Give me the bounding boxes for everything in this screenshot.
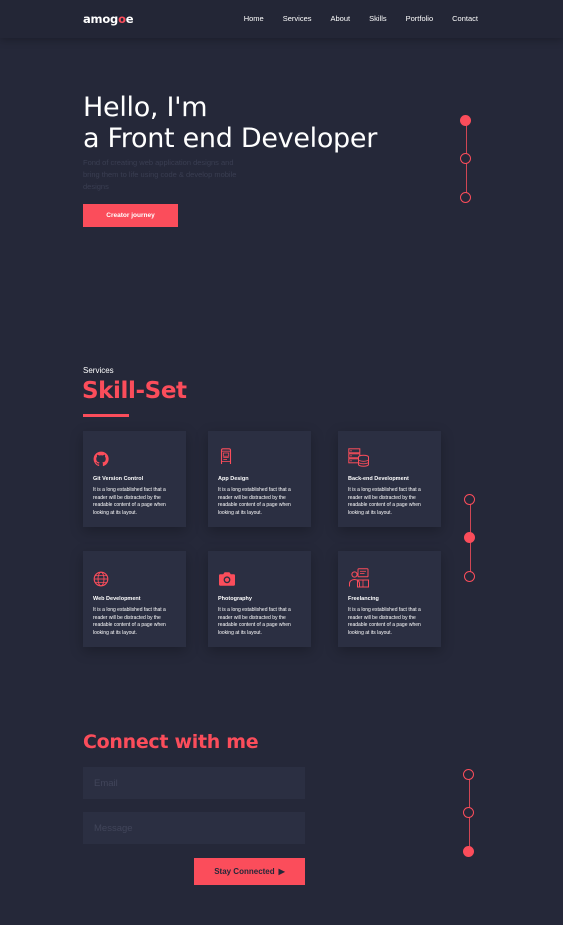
navbar: amogoe Home Services About Skills Portfo…: [0, 0, 563, 38]
service-card-freelancing[interactable]: Freelancing It is a long established fac…: [338, 551, 441, 647]
logo-text-main: amog: [83, 12, 119, 26]
contact-page-indicator: [463, 769, 475, 857]
nav-link-skills[interactable]: Skills: [369, 14, 387, 23]
card-text: It is a long established fact that a rea…: [93, 607, 166, 636]
stay-connected-button[interactable]: Stay Connected ▶: [194, 858, 305, 885]
service-card-web-development[interactable]: Web Development It is a long established…: [83, 551, 186, 647]
logo-text-tail: e: [125, 12, 134, 26]
indicator-dot-1[interactable]: [460, 115, 471, 126]
card-title: Web Development: [93, 596, 141, 602]
connect-title: Connect with me: [83, 731, 259, 753]
nav-link-home[interactable]: Home: [244, 14, 264, 23]
email-field[interactable]: [83, 767, 305, 799]
hero-description: Fond of creating web application designs…: [83, 158, 237, 191]
globe-icon: [93, 571, 109, 587]
hero-page-indicator: [460, 115, 472, 203]
card-text: It is a long established fact that a rea…: [348, 607, 421, 636]
nav-links: Home Services About Skills Portfolio Con…: [225, 14, 478, 23]
nav-link-contact[interactable]: Contact: [452, 14, 478, 23]
card-title: Photography: [218, 596, 252, 602]
mobile-app-icon: [220, 448, 232, 464]
camera-icon: [219, 572, 235, 586]
skill-set-title: Skill-Set: [82, 378, 187, 404]
nav-link-portfolio[interactable]: Portfolio: [406, 14, 434, 23]
hero-title: Hello, I'm a Front end Developer: [83, 92, 377, 154]
indicator-dot-1[interactable]: [463, 769, 474, 780]
indicator-dot-3[interactable]: [464, 571, 475, 582]
services-kicker: Services: [83, 366, 114, 375]
play-arrow-icon: ▶: [278, 867, 285, 876]
logo-text-accent: o: [118, 12, 126, 26]
card-title: Back-end Development: [348, 476, 409, 482]
service-card-backend[interactable]: Back-end Development It is a long establ…: [338, 431, 441, 527]
nav-link-about[interactable]: About: [331, 14, 351, 23]
indicator-dot-2[interactable]: [464, 532, 475, 543]
service-card-app-design[interactable]: App Design It is a long established fact…: [208, 431, 311, 527]
card-text: It is a long established fact that a rea…: [218, 607, 291, 636]
server-database-icon: [348, 448, 369, 467]
indicator-dot-2[interactable]: [460, 153, 471, 164]
creator-journey-button[interactable]: Creator journey: [83, 204, 178, 227]
card-text: It is a long established fact that a rea…: [218, 487, 291, 516]
card-title: App Design: [218, 476, 249, 482]
nav-link-services[interactable]: Services: [283, 14, 312, 23]
indicator-dot-1[interactable]: [464, 494, 475, 505]
services-page-indicator: [464, 494, 476, 582]
service-card-photography[interactable]: Photography It is a long established fac…: [208, 551, 311, 647]
indicator-dot-3[interactable]: [463, 846, 474, 857]
github-icon: [93, 451, 109, 467]
stay-connected-label: Stay Connected: [214, 867, 275, 876]
indicator-dot-3[interactable]: [460, 192, 471, 203]
hero-title-line-2: a Front end Developer: [83, 123, 378, 154]
card-title: Freelancing: [348, 596, 379, 602]
logo[interactable]: amogoe: [83, 12, 134, 26]
indicator-dot-2[interactable]: [463, 807, 474, 818]
title-underline: [83, 414, 129, 417]
freelancer-icon: [349, 568, 369, 588]
card-text: It is a long established fact that a rea…: [348, 487, 421, 516]
service-card-git[interactable]: Git Version Control It is a long establi…: [83, 431, 186, 527]
hero-title-line-1: Hello, I'm: [83, 92, 208, 123]
message-field[interactable]: [83, 812, 305, 844]
card-title: Git Version Control: [93, 476, 144, 482]
card-text: It is a long established fact that a rea…: [93, 487, 166, 516]
